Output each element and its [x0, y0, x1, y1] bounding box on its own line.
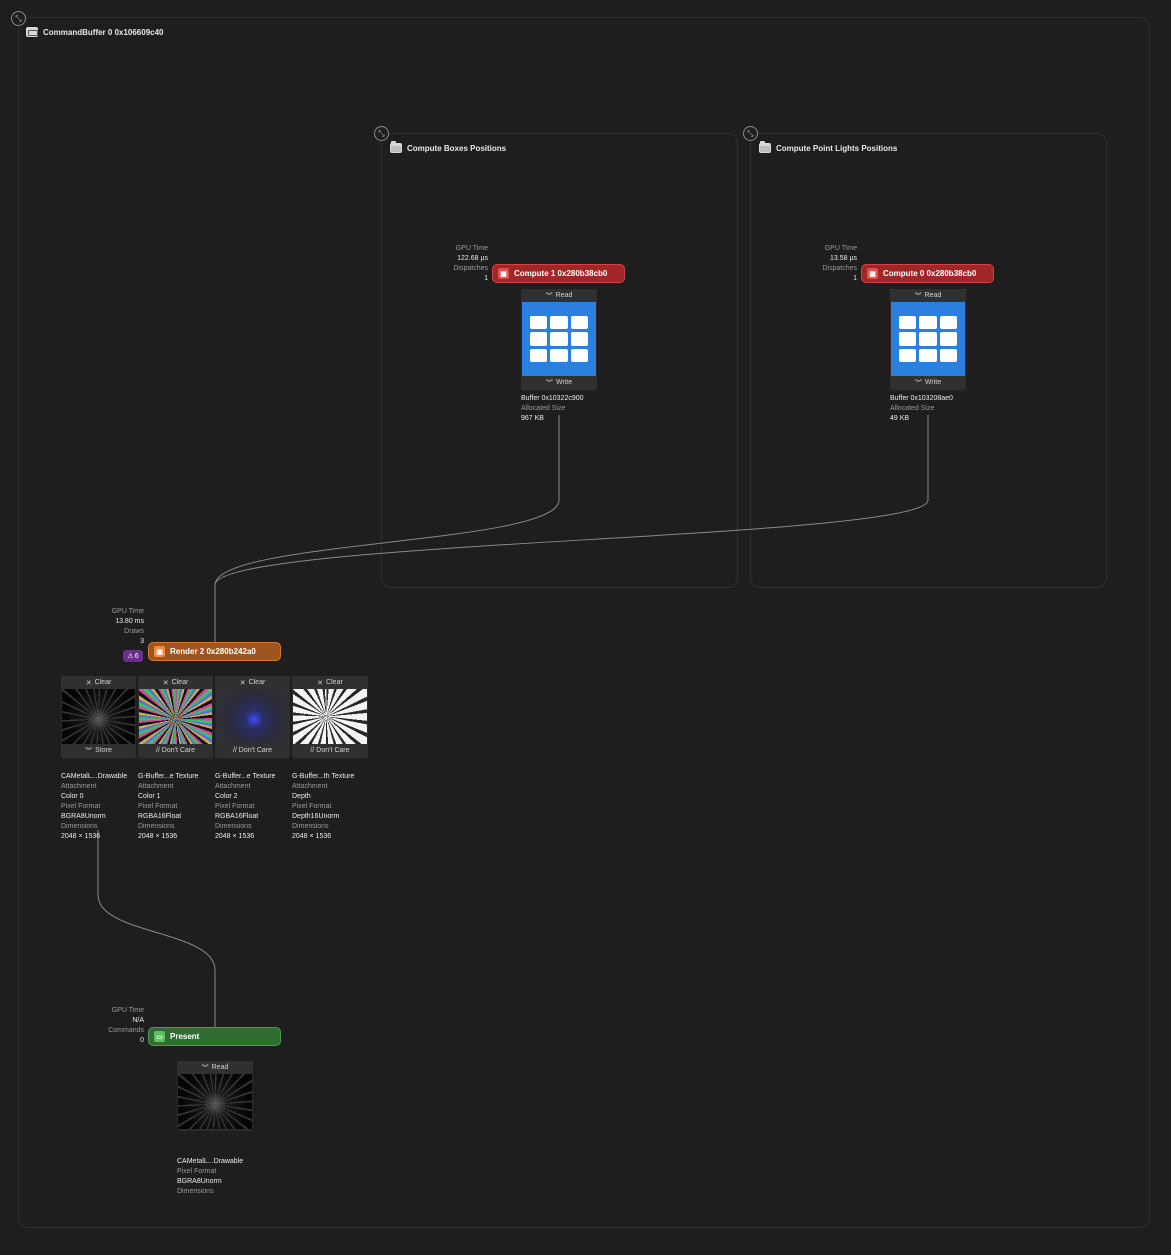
compute-pass-0[interactable]: ▦ Compute 0 0x280b38cb0 [861, 264, 994, 283]
compute-calculator-icon: ▦ [867, 268, 878, 279]
chevrons-down-icon: ︾ [545, 292, 553, 300]
load-bar: ✕ Clear [61, 676, 136, 689]
load-bar: ✕ Clear [292, 676, 368, 689]
texture-thumbnail [216, 689, 289, 744]
wire-drawable-to-present [97, 830, 216, 1028]
present-texture-info: CAMetalL...Drawable Pixel Format BGRA8Un… [177, 1158, 244, 1195]
warning-triangle-icon: ⚠ [127, 653, 134, 660]
texture-thumbnail [62, 689, 135, 744]
render-pass-label: Render 2 0x280b242a0 [170, 647, 256, 656]
chevrons-down-icon: ︾ [914, 292, 922, 300]
attachment-color2[interactable]: ✕ Clear // Don't Care [215, 676, 290, 759]
store-bar: ︾ Store [61, 744, 136, 757]
buffer-thumbnail [891, 302, 965, 376]
x-clear-icon: ✕ [317, 679, 324, 687]
read-bar: ︾ Read [890, 289, 966, 302]
write-bar: ︾ Write [890, 376, 966, 389]
attachment-depth[interactable]: ✕ Clear // Don't Care [292, 676, 368, 759]
compute-pass-label: Compute 0 0x280b38cb0 [883, 269, 977, 278]
wire-buffer1-to-render [214, 415, 560, 643]
render-pass-2[interactable]: ▣ Render 2 0x280b242a0 [148, 642, 281, 661]
x-clear-icon: ✕ [85, 679, 92, 687]
present-pass[interactable]: ▭ Present [148, 1027, 281, 1046]
chevrons-down-icon: ︾ [201, 1064, 209, 1072]
present-display-icon: ▭ [154, 1031, 165, 1042]
load-bar: ✕ Clear [138, 676, 213, 689]
store-bar: // Don't Care [292, 744, 368, 757]
buffer-grid-icon [899, 316, 957, 362]
attachment-info-color1: G-Buffer...e Texture Attachment Color 1 … [138, 773, 199, 840]
chevrons-down-icon: ︾ [85, 747, 93, 755]
attachment-color0[interactable]: ✕ Clear ︾ Store [61, 676, 136, 759]
dependency-wires [97, 415, 929, 1028]
buffer-resource-0[interactable]: ︾ Read ︾ Write [890, 289, 966, 391]
write-bar: ︾ Write [521, 376, 597, 389]
buffer-thumbnail [522, 302, 596, 376]
present-texture[interactable]: ︾ Read [177, 1061, 253, 1131]
render2-meta: GPU Time 13.80 ms Draws 3 [111, 608, 144, 645]
read-bar: ︾ Read [177, 1061, 253, 1074]
warning-badge[interactable]: ⚠ 6 [123, 650, 143, 662]
compute0-meta: GPU Time 13.58 µs Dispatches 1 [822, 245, 857, 282]
texture-thumbnail [139, 689, 212, 744]
texture-thumbnail [178, 1074, 252, 1129]
texture-thumbnail [293, 689, 367, 744]
compute-calculator-icon: ▦ [498, 268, 509, 279]
chevrons-down-icon: ︾ [914, 379, 922, 387]
wire-buffer0-to-render [214, 415, 929, 586]
read-bar: ︾ Read [521, 289, 597, 302]
x-clear-icon: ✕ [162, 679, 169, 687]
store-bar: // Don't Care [215, 744, 290, 757]
buffer-resource-1[interactable]: ︾ Read ︾ Write [521, 289, 597, 391]
buffer-info-1: Buffer 0x10322c900 Allocated Size 967 KB [521, 395, 584, 422]
compute1-meta: GPU Time 122.68 µs Dispatches 1 [453, 245, 488, 282]
attachment-info-color0: CAMetalL...Drawable Attachment Color 0 P… [61, 773, 128, 840]
attachment-info-depth: G-Buffer...th Texture Attachment Depth P… [292, 773, 355, 840]
attachment-info-color2: G-Buffer...e Texture Attachment Color 2 … [215, 773, 276, 840]
x-clear-icon: ✕ [239, 679, 246, 687]
buffer-grid-icon [530, 316, 588, 362]
buffer-info-0: Buffer 0x103208ae0 Allocated Size 49 KB [890, 395, 953, 422]
attachment-color1[interactable]: ✕ Clear // Don't Care [138, 676, 213, 759]
render-image-icon: ▣ [154, 646, 165, 657]
compute-pass-label: Compute 1 0x280b38cb0 [514, 269, 608, 278]
store-bar: // Don't Care [138, 744, 213, 757]
present-label: Present [170, 1032, 200, 1041]
load-bar: ✕ Clear [215, 676, 290, 689]
compute-pass-1[interactable]: ▦ Compute 1 0x280b38cb0 [492, 264, 625, 283]
chevrons-down-icon: ︾ [545, 379, 553, 387]
present-meta: GPU Time N/A Commands 0 [108, 1007, 144, 1044]
